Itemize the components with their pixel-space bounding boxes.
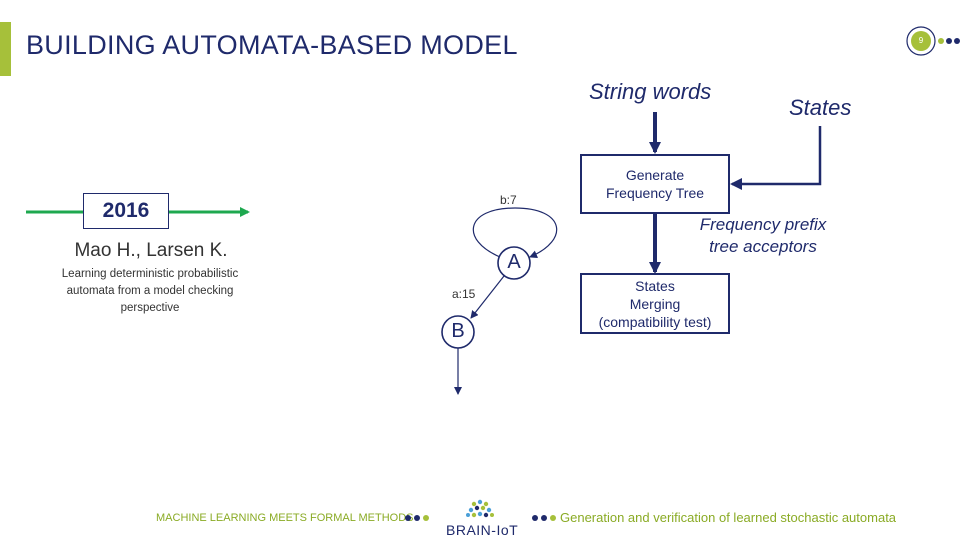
generate-frequency-tree-box: Generate Frequency Tree	[580, 154, 730, 214]
footer-right-text: Generation and verification of learned s…	[560, 510, 897, 525]
states-merging-line2: Merging	[629, 295, 681, 312]
state-b-label: B	[451, 320, 465, 342]
paper-authors: Mao H., Larsen K.	[74, 240, 228, 261]
brain-iot-logo-text: BRAIN-IoT	[446, 522, 519, 538]
footer-left-text: MACHINE LEARNING MEETS FORMAL METHODS	[156, 512, 414, 524]
side-note: Frequency prefix tree acceptors	[699, 215, 827, 256]
footer-dots-right-icon	[532, 515, 556, 521]
footer-dots-left-icon	[405, 515, 429, 521]
transition-a	[470, 275, 505, 319]
state-a-label: A	[507, 251, 521, 273]
self-loop-label: b:7	[500, 193, 517, 207]
paper-title: Learning deterministic probabilistic aut…	[61, 268, 239, 314]
generate-frequency-tree-label: Generate Frequency Tree	[605, 167, 705, 201]
states-merging-line3: (compatibility test)	[598, 313, 712, 330]
arrow-states-input	[730, 126, 822, 190]
states-merging-box: States Merging (compatibility test)	[580, 273, 730, 334]
transition-label: a:15	[452, 287, 476, 301]
year-box: 2016	[83, 193, 169, 229]
states-merging-line1: States	[635, 277, 675, 294]
input-states: States	[789, 95, 852, 120]
input-string-words: String words	[589, 79, 712, 104]
